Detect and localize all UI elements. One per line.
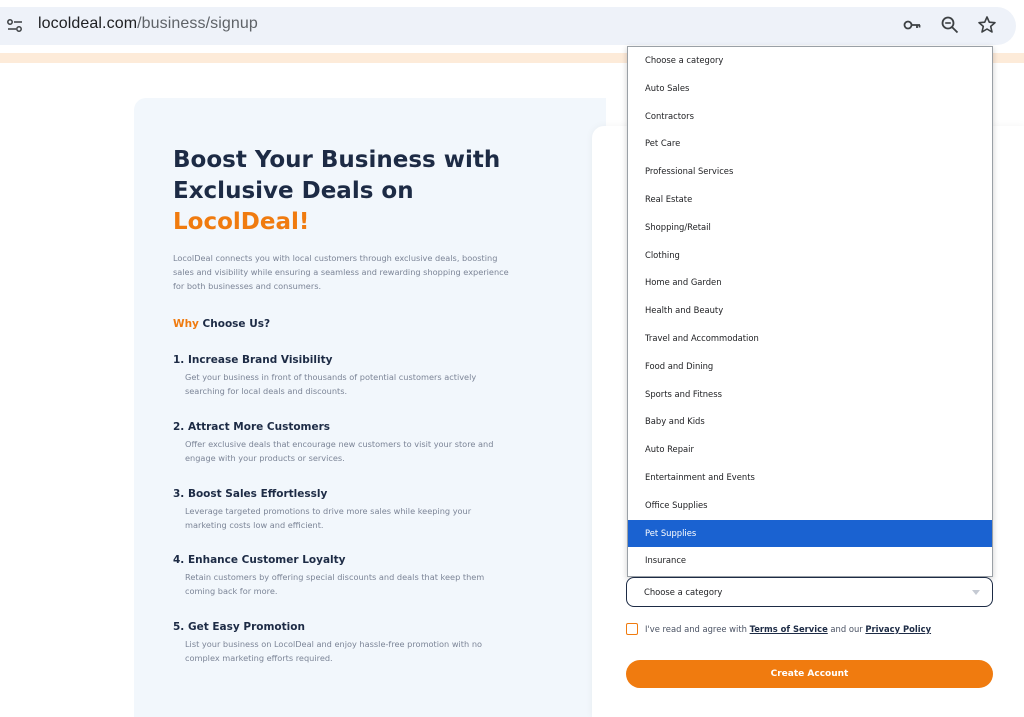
benefit-description: Offer exclusive deals that encourage new… — [185, 439, 494, 463]
category-option[interactable]: Auto Repair — [628, 436, 992, 464]
agree-prefix: I've read and agree with — [645, 624, 750, 634]
agree-middle: and our — [827, 624, 866, 634]
privacy-policy-link[interactable]: Privacy Policy — [865, 624, 931, 634]
browser-toolbar: locoldeal.com/business/signup — [0, 0, 1024, 50]
benefit-description: List your business on LocolDeal and enjo… — [185, 639, 483, 663]
category-select-value: Choose a category — [644, 587, 723, 597]
category-option[interactable]: Travel and Accommodation — [628, 325, 992, 353]
category-option[interactable]: Entertainment and Events — [628, 464, 992, 492]
category-option[interactable]: Health and Beauty — [628, 297, 992, 325]
category-option[interactable]: Auto Sales — [628, 75, 992, 103]
category-option[interactable]: Home and Garden — [628, 269, 992, 297]
why-rest: Choose Us? — [198, 318, 271, 330]
benefit-title: 2. Attract More Customers — [173, 421, 331, 433]
category-option[interactable]: Professional Services — [628, 158, 992, 186]
category-option[interactable]: Pet Care — [628, 130, 992, 158]
benefit-item: 5. Get Easy Promotion List your business… — [173, 621, 513, 665]
why-choose-heading: Why Choose Us? — [173, 318, 270, 330]
category-option[interactable]: Real Estate — [628, 186, 992, 214]
terms-of-service-link[interactable]: Terms of Service — [750, 624, 828, 634]
headline-line-2: Exclusive Deals on — [173, 178, 414, 204]
headline-line-1: Boost Your Business with — [173, 147, 501, 173]
category-option[interactable]: Food and Dining — [628, 353, 992, 381]
terms-checkbox[interactable] — [626, 623, 638, 635]
url-domain: locoldeal.com — [38, 15, 138, 32]
benefit-item: 2. Attract More Customers Offer exclusiv… — [173, 421, 513, 465]
benefit-title: 3. Boost Sales Effortlessly — [173, 488, 328, 500]
category-option-highlighted[interactable]: Pet Supplies — [628, 519, 992, 548]
category-option[interactable]: Office Supplies — [628, 492, 992, 520]
category-option[interactable]: Sports and Fitness — [628, 381, 992, 409]
category-option[interactable]: Clothing — [628, 242, 992, 270]
url-path: /business/signup — [137, 15, 258, 32]
password-key-icon[interactable] — [902, 15, 922, 35]
headline-brand: LocolDeal! — [173, 209, 310, 235]
benefit-item: 1. Increase Brand Visibility Get your bu… — [173, 354, 513, 398]
category-option[interactable]: Choose a category — [628, 47, 992, 75]
category-option[interactable]: Insurance — [628, 547, 992, 575]
benefit-description: Leverage targeted promotions to drive mo… — [185, 506, 472, 530]
benefit-item: 3. Boost Sales Effortlessly Leverage tar… — [173, 488, 513, 532]
create-account-button[interactable]: Create Account — [626, 660, 993, 688]
site-info-icon[interactable] — [6, 17, 24, 35]
benefit-item: 4. Enhance Customer Loyalty Retain custo… — [173, 554, 513, 598]
why-accent: Why — [173, 318, 199, 330]
category-option[interactable]: Contractors — [628, 103, 992, 131]
category-select[interactable]: Choose a category — [626, 577, 993, 607]
category-dropdown-list[interactable]: Choose a category Auto Sales Contractors… — [627, 46, 993, 577]
category-option[interactable]: Shopping/Retail — [628, 214, 992, 242]
category-option[interactable]: Baby and Kids — [628, 408, 992, 436]
benefit-title: 5. Get Easy Promotion — [173, 621, 305, 633]
terms-agreement-text: I've read and agree with Terms of Servic… — [645, 624, 931, 634]
benefit-title: 1. Increase Brand Visibility — [173, 354, 333, 366]
page-headline: Boost Your Business with Exclusive Deals… — [173, 145, 533, 238]
zoom-icon[interactable] — [940, 15, 960, 35]
intro-paragraph: LocolDeal connects you with local custom… — [173, 253, 509, 291]
bookmark-star-icon[interactable] — [977, 15, 997, 35]
benefit-description: Retain customers by offering special dis… — [185, 572, 485, 596]
benefit-description: Get your business in front of thousands … — [185, 372, 477, 396]
chevron-down-icon — [972, 590, 980, 595]
benefit-title: 4. Enhance Customer Loyalty — [173, 554, 346, 566]
url-text[interactable]: locoldeal.com/business/signup — [38, 15, 258, 33]
